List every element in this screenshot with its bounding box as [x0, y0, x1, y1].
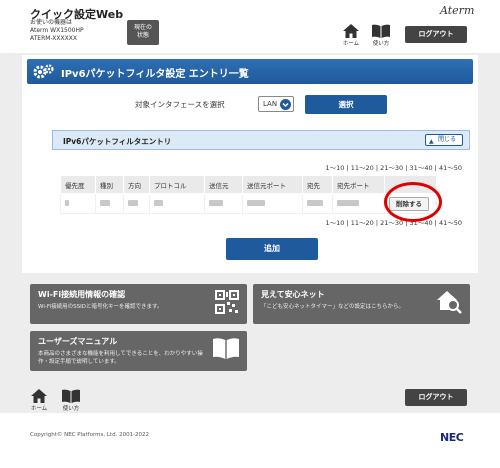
table-row: 削除する — [60, 193, 437, 214]
book-icon — [372, 24, 390, 38]
redacted-value — [337, 199, 359, 206]
page-link[interactable]: 31～40 — [410, 164, 433, 172]
home-button[interactable]: ホーム — [338, 24, 364, 47]
home-button[interactable]: ホーム — [26, 389, 52, 412]
book-icon — [62, 389, 80, 403]
footer: Copyright© NEC Platforms, Ltd. 2001-2022… — [0, 413, 500, 468]
footer-nav: ホーム 使い方 ログアウト — [0, 381, 500, 413]
section-header: IPv6パケットフィルタエントリ ▲ 閉じる — [52, 130, 470, 150]
page-title: IPv6パケットフィルタ設定 エントリ一覧 — [61, 69, 249, 80]
redacted-value — [209, 199, 223, 206]
col-destination-port: 宛先ポート — [332, 175, 385, 194]
safe-card-title: 見えて安心ネット — [261, 290, 325, 299]
page-link[interactable]: 21～30 — [380, 164, 403, 172]
gear-icon — [33, 64, 54, 79]
manual-card-title: ユーザーズマニュアル — [38, 337, 118, 346]
book-icon — [213, 338, 239, 359]
redacted-value — [100, 199, 110, 206]
logout-button[interactable]: ログアウト — [405, 26, 467, 43]
manual-card[interactable]: ユーザーズマニュアル 本商品のさまざまな機能を利用してできることを、わかりやすい… — [30, 331, 247, 371]
logout-button[interactable]: ログアウト — [405, 389, 467, 406]
house-search-icon — [437, 291, 462, 314]
page-link[interactable]: 11～20 — [351, 219, 374, 227]
page-link[interactable]: 41～50 — [439, 219, 462, 227]
current-status-button[interactable]: 現在の 状態 — [127, 20, 159, 45]
redacted-value — [128, 199, 138, 206]
col-protocol: プロトコル — [149, 175, 205, 194]
home-icon — [343, 24, 359, 38]
col-source-port: 送信元ポート — [242, 175, 303, 194]
table-header-row: 優先度 種別 方向 プロトコル 送信元 送信元ポート 宛先 宛先ポート — [60, 175, 437, 194]
copyright: Copyright© NEC Platforms, Ltd. 2001-2022 — [30, 432, 150, 438]
qr-code-icon — [215, 290, 239, 314]
collapse-button[interactable]: ▲ 閉じる — [425, 134, 463, 146]
redacted-value — [247, 199, 265, 206]
manual-button[interactable]: 使い方 — [368, 24, 394, 47]
page-link[interactable]: 1～10 — [325, 164, 344, 172]
chevron-down-icon — [280, 99, 291, 110]
main-panel: IPv6パケットフィルタ設定 エントリ一覧 対象インタフェースを選択 LAN 選… — [22, 55, 478, 273]
page-link[interactable]: 21～30 — [380, 219, 403, 227]
select-button[interactable]: 選択 — [305, 95, 387, 114]
chevron-up-icon: ▲ — [429, 138, 434, 145]
brand-logo: Aterm — [440, 4, 475, 17]
wifi-card-title: Wi-Fi接続用情報の確認 — [38, 290, 126, 299]
header: クイック設定Web お使いの機器は Aterm WX1500HP ATERM-X… — [0, 0, 500, 53]
filter-table: 優先度 種別 方向 プロトコル 送信元 送信元ポート 宛先 宛先ポート 削除する — [60, 175, 437, 214]
wifi-card-desc: Wi-Fi接続用のSSIDと暗号化キーを確認できます。 — [38, 304, 163, 310]
col-priority: 優先度 — [60, 175, 96, 194]
redacted-value — [154, 199, 163, 206]
col-type: 種別 — [95, 175, 124, 194]
manual-button[interactable]: 使い方 — [58, 389, 84, 412]
interface-select[interactable]: LAN — [258, 96, 294, 112]
home-icon — [31, 389, 47, 403]
add-button[interactable]: 追加 — [226, 238, 318, 260]
nec-logo: NEC — [440, 431, 464, 444]
wifi-info-card[interactable]: Wi-Fi接続用情報の確認 Wi-Fi接続用のSSIDと暗号化キーを確認できます… — [30, 284, 247, 324]
page-title-bar: IPv6パケットフィルタ設定 エントリ一覧 — [27, 59, 473, 84]
page-link[interactable]: 11～20 — [351, 164, 374, 172]
redacted-value — [65, 199, 69, 206]
page-link[interactable]: 1～10 — [325, 219, 344, 227]
section-title: IPv6パケットフィルタエントリ — [63, 137, 172, 146]
col-destination: 宛先 — [302, 175, 333, 194]
highlight-circle — [384, 182, 442, 222]
pager-bottom: 1～10 | 11～20 | 21～30 | 31～40 | 41～50 — [325, 219, 462, 227]
col-direction: 方向 — [123, 175, 150, 194]
page-link[interactable]: 41～50 — [439, 164, 462, 172]
redacted-value — [307, 199, 323, 206]
col-source: 送信元 — [204, 175, 243, 194]
interface-label: 対象インタフェースを選択 — [135, 100, 225, 109]
safe-card-desc: 「こども安心ネットタイマー」などの設定はこちらから。 — [261, 304, 405, 310]
pager-top: 1～10 | 11～20 | 21～30 | 31～40 | 41～50 — [325, 164, 462, 172]
safe-net-card[interactable]: 見えて安心ネット 「こども安心ネットタイマー」などの設定はこちらから。 — [253, 284, 470, 324]
manual-card-desc: 本商品のさまざまな機能を利用してできることを、わかりやすい操 作・設定手順で説明… — [38, 351, 203, 365]
device-info: お使いの機器は Aterm WX1500HP ATERM-XXXXXX — [30, 19, 84, 42]
